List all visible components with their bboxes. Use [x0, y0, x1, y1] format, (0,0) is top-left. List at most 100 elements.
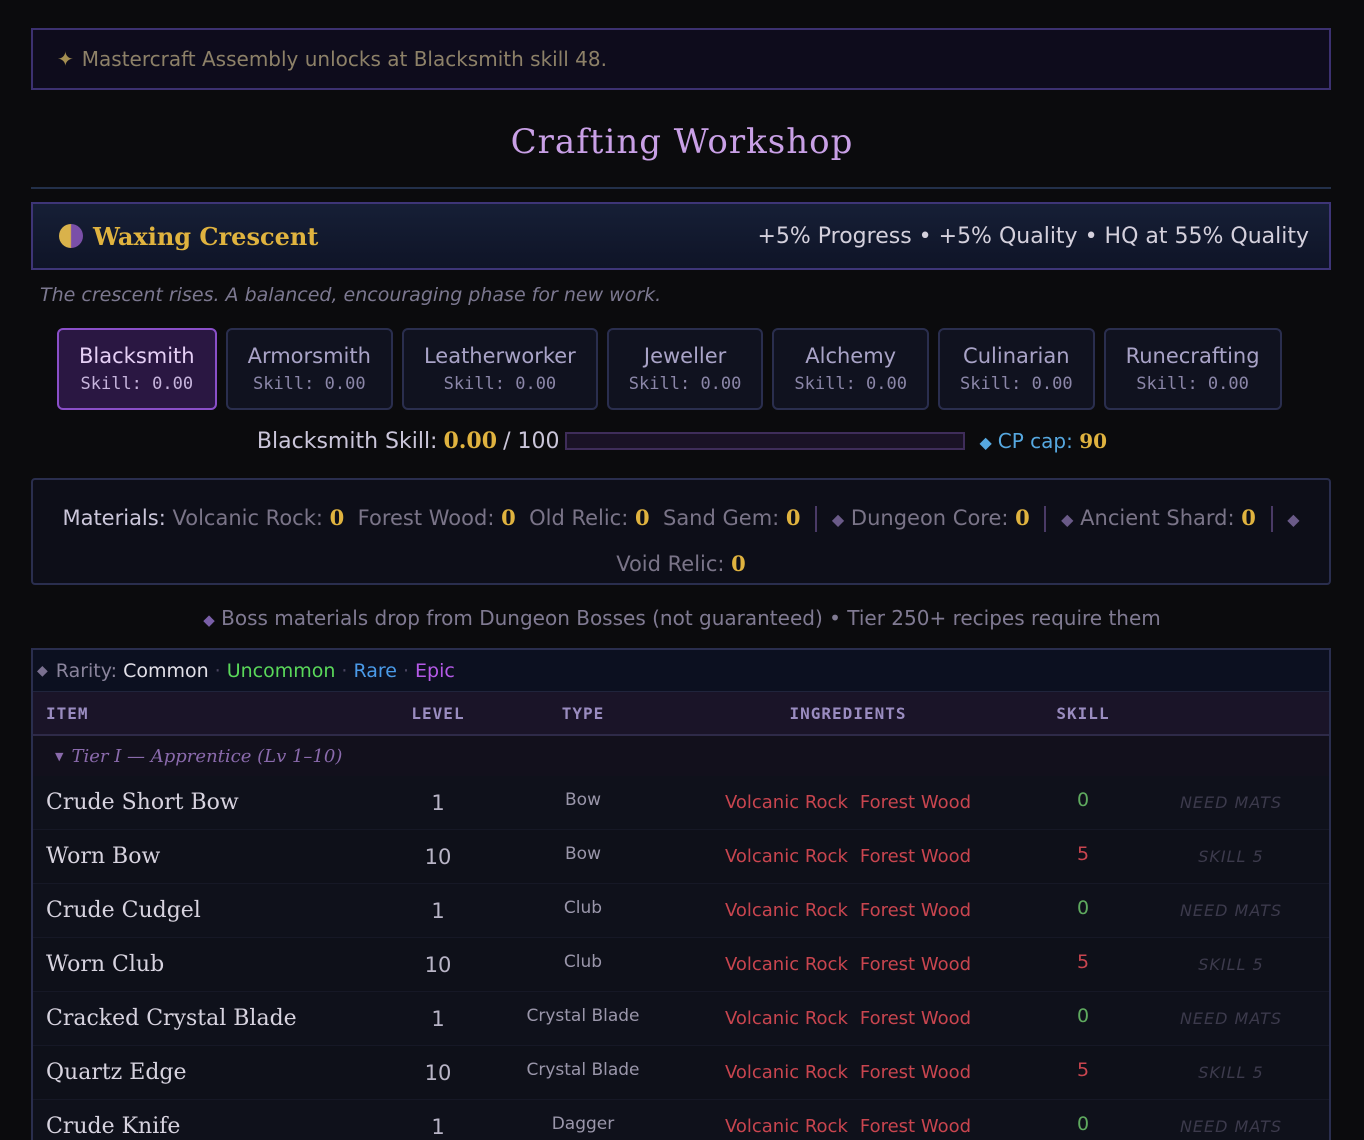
tab-label: Blacksmith — [79, 344, 195, 368]
ingredient: Forest Wood — [859, 1116, 972, 1137]
page-title: Crafting Workshop — [510, 122, 854, 162]
recipe-skill: 0 — [1076, 1004, 1090, 1027]
table-row[interactable]: Crude Knife 1 Dagger Volcanic Rock Forest Wo… — [33, 1100, 1329, 1140]
ingredient: Volcanic Rock — [724, 1008, 848, 1029]
tab-armorsmith[interactable]: Armorsmith Skill: 0.00 — [225, 328, 393, 410]
tab-label: Armorsmith — [247, 344, 371, 368]
ingredient: Forest Wood — [859, 900, 972, 921]
ingredient: Forest Wood — [859, 792, 972, 813]
tab-skill: Skill: 0.00 — [628, 374, 742, 394]
recipe-name: Worn Bow — [46, 844, 161, 869]
header-item[interactable]: ITEM — [33, 704, 373, 723]
ingredient: Forest Wood — [859, 1008, 972, 1029]
rarity-common: Common — [123, 659, 209, 682]
table-row[interactable]: Worn Bow 10 Bow Volcanic Rock Forest Wood 5 SK… — [33, 830, 1329, 884]
tab-alchemy[interactable]: Alchemy Skill: 0.00 — [772, 328, 929, 410]
tab-blacksmith[interactable]: Blacksmith Skill: 0.00 — [57, 328, 217, 410]
ingredient: Volcanic Rock — [724, 846, 848, 867]
diamond-icon: ◆ — [1287, 510, 1300, 529]
header-skill[interactable]: SKILL — [1033, 704, 1133, 723]
caret-down-icon: ▼ — [55, 749, 64, 763]
diamond-icon: ◆ — [203, 611, 215, 629]
boss-materials-note: ◆ Boss materials drop from Dungeon Bosse… — [203, 606, 1161, 630]
rarity-uncommon: Uncommon — [226, 659, 336, 682]
recipe-level: 1 — [431, 1114, 445, 1139]
tab-label: Culinarian — [963, 344, 1070, 368]
ingredient: Forest Wood — [859, 1062, 972, 1083]
recipe-skill: 0 — [1076, 1112, 1090, 1135]
craft-status-button[interactable]: NEED MATS — [1133, 1117, 1329, 1136]
table-row[interactable]: Cracked Crystal Blade 1 Crystal Blade Volca… — [33, 992, 1329, 1046]
profession-tabs: Blacksmith Skill: 0.00 Armorsmith Skill:… — [57, 328, 1282, 410]
header-ingredients[interactable]: INGREDIENTS — [663, 704, 1033, 723]
divider — [1044, 506, 1047, 532]
recipe-ingredients: Volcanic Rock Forest Wood — [663, 792, 1033, 813]
recipe-ingredients: Volcanic Rock Forest Wood — [663, 900, 1033, 921]
recipe-ingredients: Volcanic Rock Forest Wood — [663, 954, 1033, 975]
skill-progress: Blacksmith Skill: 0.00 / 100 ◆ CP cap: 90 — [0, 428, 1364, 454]
recipe-name: Crude Short Bow — [46, 790, 239, 815]
diamond-icon: ◆ — [1061, 510, 1074, 529]
recipe-name: Worn Club — [46, 952, 165, 977]
recipe-level: 1 — [431, 790, 445, 815]
tab-label: Leatherworker — [423, 344, 576, 368]
material-volcanic-rock: Volcanic Rock: 0 — [172, 505, 345, 530]
tab-skill: Skill: 0.00 — [794, 374, 907, 394]
recipe-name: Crude Cudgel — [46, 898, 201, 923]
recipe-rows: Crude Short Bow 1 Bow Volcanic Rock Forest W… — [33, 776, 1329, 1140]
header-type[interactable]: TYPE — [503, 704, 663, 723]
table-row[interactable]: Worn Club 10 Club Volcanic Rock Forest Wood 5… — [33, 938, 1329, 992]
ingredient: Volcanic Rock — [724, 1062, 848, 1083]
recipe-name: Crude Knife — [46, 1114, 181, 1139]
table-row[interactable]: Quartz Edge 10 Crystal Blade Volcanic Rock F… — [33, 1046, 1329, 1100]
table-row[interactable]: Crude Short Bow 1 Bow Volcanic Rock Forest W… — [33, 776, 1329, 830]
craft-status-button[interactable]: SKILL 5 — [1133, 1063, 1329, 1082]
material-sand-gem: Sand Gem: 0 — [662, 505, 801, 530]
skill-value: 0.00 — [443, 428, 498, 454]
tab-leatherworker[interactable]: Leatherworker Skill: 0.00 — [401, 328, 598, 410]
ingredient: Volcanic Rock — [724, 900, 848, 921]
header-level[interactable]: LEVEL — [373, 704, 503, 723]
craft-status-button[interactable]: NEED MATS — [1133, 793, 1329, 812]
recipe-skill: 0 — [1076, 896, 1090, 919]
tab-skill: Skill: 0.00 — [80, 374, 194, 394]
tab-skill: Skill: 0.00 — [252, 374, 366, 394]
recipe-type: Bow — [565, 789, 601, 810]
tab-culinarian[interactable]: Culinarian Skill: 0.00 — [937, 328, 1095, 410]
cp-value: 90 — [1079, 429, 1108, 453]
recipe-level: 10 — [424, 952, 452, 977]
moon-phase-icon — [59, 224, 83, 248]
ingredient: Volcanic Rock — [724, 1116, 848, 1137]
craft-status-button[interactable]: SKILL 5 — [1133, 847, 1329, 866]
notice-text: Mastercraft Assembly unlocks at Blacksmi… — [81, 47, 607, 71]
ingredient: Volcanic Rock — [724, 792, 848, 813]
craft-status-button[interactable]: NEED MATS — [1133, 1009, 1329, 1028]
rarity-epic: Epic — [415, 659, 455, 682]
recipe-skill: 5 — [1076, 950, 1090, 973]
material-dungeon-core: ◆ Dungeon Core: 0 — [831, 505, 1030, 530]
cp-cap: ◆ CP cap: 90 — [979, 429, 1107, 453]
tab-jeweller[interactable]: Jeweller Skill: 0.00 — [606, 328, 764, 410]
material-forest-wood: Forest Wood: 0 — [357, 505, 516, 530]
tab-skill: Skill: 0.00 — [1136, 374, 1249, 394]
moon-phase-name: Waxing Crescent — [93, 221, 319, 251]
recipe-type: Crystal Blade — [526, 1005, 640, 1026]
recipe-ingredients: Volcanic Rock Forest Wood — [663, 1116, 1033, 1137]
craft-status-button[interactable]: NEED MATS — [1133, 901, 1329, 920]
recipe-level: 10 — [424, 844, 452, 869]
recipe-level: 10 — [424, 1060, 452, 1085]
recipe-skill: 5 — [1076, 1058, 1090, 1081]
divider — [815, 506, 818, 532]
tier-group-header[interactable]: ▼ Tier I — Apprentice (Lv 1–10) — [33, 736, 1329, 776]
diamond-icon: ◆ — [37, 662, 48, 679]
recipe-type: Dagger — [551, 1113, 615, 1134]
tab-label: Alchemy — [805, 344, 897, 368]
materials-panel: Materials: Volcanic Rock: 0 Forest Wood:… — [31, 478, 1331, 585]
sparkle-icon: ✦ — [57, 47, 74, 71]
moon-flavor-text: The crescent rises. A balanced, encourag… — [40, 284, 662, 306]
material-ancient-shard: ◆ Ancient Shard: 0 — [1061, 505, 1256, 530]
tab-runecrafting[interactable]: Runecrafting Skill: 0.00 — [1103, 328, 1282, 410]
ingredient: Forest Wood — [859, 954, 972, 975]
craft-status-button[interactable]: SKILL 5 — [1133, 955, 1329, 974]
table-row[interactable]: Crude Cudgel 1 Club Volcanic Rock Forest Woo… — [33, 884, 1329, 938]
